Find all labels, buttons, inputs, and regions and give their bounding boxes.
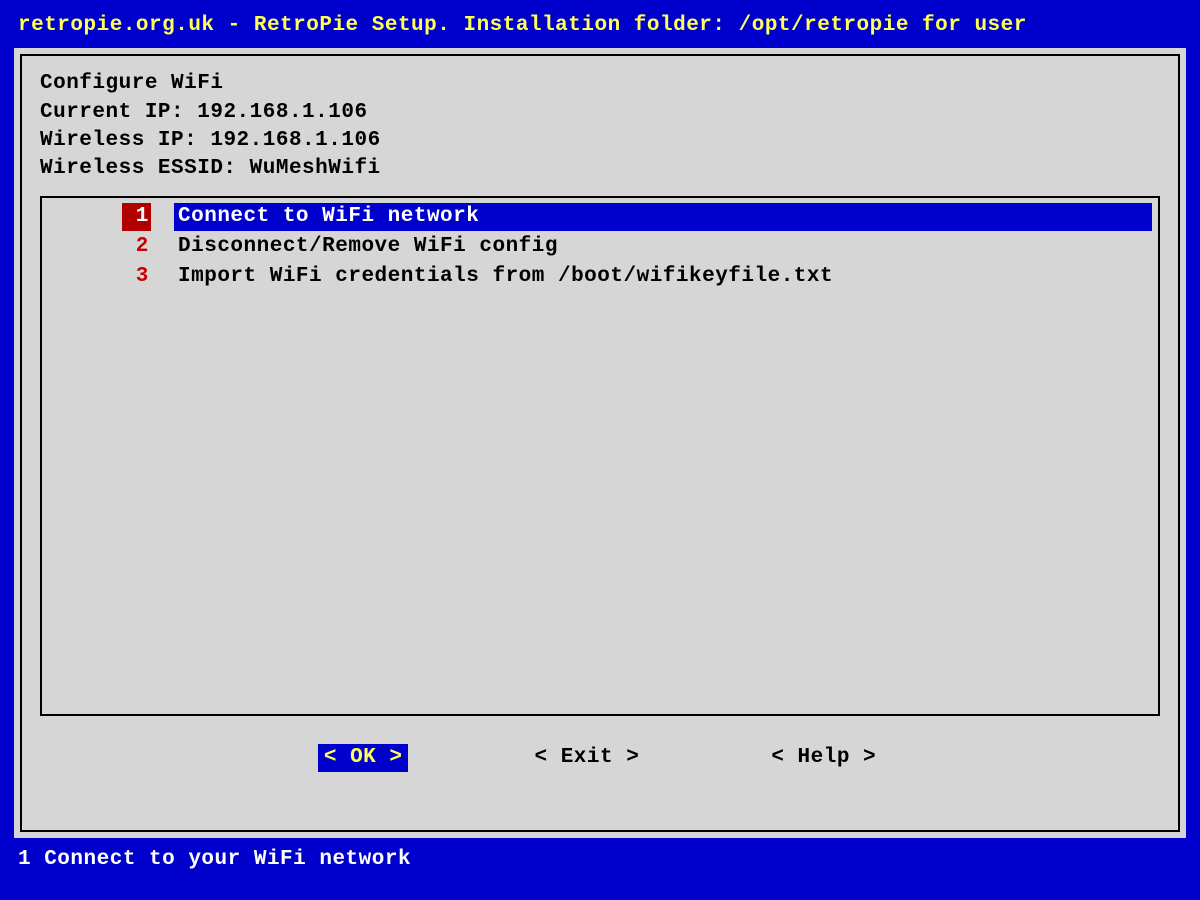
menu-item-number: 2	[124, 233, 149, 261]
exit-button[interactable]: < Exit >	[528, 744, 645, 772]
menu-item-import-wifi[interactable]: 3 Import WiFi credentials from /boot/wif…	[48, 262, 1152, 292]
ok-button[interactable]: < OK >	[318, 744, 409, 772]
current-ip-label: Current IP:	[40, 101, 184, 124]
menu-item-connect-wifi[interactable]: 1 Connect to WiFi network	[48, 202, 1152, 232]
status-bar: 1 Connect to your WiFi network	[14, 838, 1186, 874]
help-button[interactable]: < Help >	[765, 744, 882, 772]
wireless-ip-value: 192.168.1.106	[210, 129, 380, 152]
menu-listbox[interactable]: 1 Connect to WiFi network 2 Disconnect/R…	[40, 196, 1160, 716]
menu-item-number: 1	[122, 203, 151, 231]
dialog-info: Configure WiFi Current IP: 192.168.1.106…	[40, 70, 1160, 183]
window-title: retropie.org.uk - RetroPie Setup. Instal…	[14, 10, 1186, 46]
current-ip-value: 192.168.1.106	[197, 101, 367, 124]
dialog-outer-frame: Configure WiFi Current IP: 192.168.1.106…	[20, 54, 1180, 832]
menu-item-label: Connect to WiFi network	[174, 203, 1152, 231]
dialog-panel: Configure WiFi Current IP: 192.168.1.106…	[14, 48, 1186, 838]
menu-item-number: 3	[124, 263, 149, 291]
menu-item-disconnect-wifi[interactable]: 2 Disconnect/Remove WiFi config	[48, 232, 1152, 262]
wireless-ip-label: Wireless IP:	[40, 129, 197, 152]
wireless-essid-value: WuMeshWifi	[250, 157, 381, 180]
dialog-button-bar: < OK > < Exit > < Help >	[40, 744, 1160, 772]
wireless-essid-label: Wireless ESSID:	[40, 157, 237, 180]
dialog-heading: Configure WiFi	[40, 72, 223, 95]
menu-item-label: Disconnect/Remove WiFi config	[174, 233, 1152, 261]
menu-item-label: Import WiFi credentials from /boot/wifik…	[174, 263, 1152, 291]
terminal-screen: retropie.org.uk - RetroPie Setup. Instal…	[0, 0, 1200, 900]
